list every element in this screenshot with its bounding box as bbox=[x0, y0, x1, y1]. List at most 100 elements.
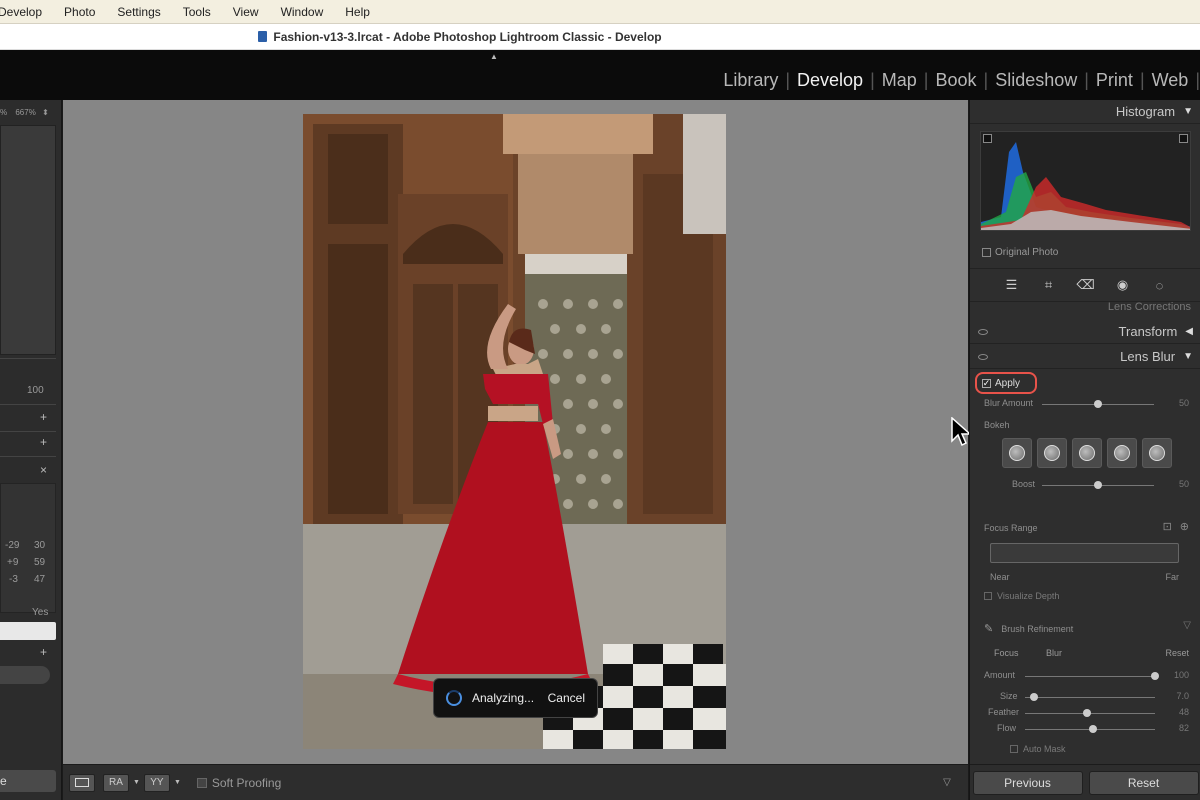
boost-slider[interactable]: Boost 50 bbox=[970, 478, 1200, 492]
brush-refinement-label: Brush Refinement bbox=[1001, 623, 1074, 634]
far-label: Far bbox=[1165, 572, 1180, 582]
copy-dropdown-icon[interactable]: ▼ bbox=[174, 779, 181, 786]
collapse-top-panel-icon[interactable]: ▲ bbox=[490, 52, 498, 61]
blur-amount-value[interactable]: 50 bbox=[1179, 398, 1189, 408]
brush-size-slider[interactable]: Size 7.0 bbox=[970, 690, 1200, 704]
add-preset-icon[interactable]: + bbox=[40, 410, 47, 424]
slider-track[interactable] bbox=[1025, 697, 1155, 698]
history-row-a: +9 bbox=[7, 557, 19, 568]
slider-knob[interactable] bbox=[1094, 400, 1102, 408]
module-print[interactable]: Print bbox=[1089, 70, 1140, 91]
slider-knob[interactable] bbox=[1083, 709, 1092, 717]
zoom-dropdown-icon[interactable]: ⬍ bbox=[42, 108, 49, 117]
zoom-fit-option[interactable]: % bbox=[0, 108, 7, 117]
bokeh-cat-eye-button[interactable] bbox=[1142, 438, 1172, 468]
slider-knob[interactable] bbox=[1094, 481, 1102, 489]
close-icon[interactable]: × bbox=[40, 463, 47, 477]
menu-tools[interactable]: Tools bbox=[172, 0, 222, 24]
divider bbox=[0, 404, 56, 405]
menu-window[interactable]: Window bbox=[270, 0, 335, 24]
module-slideshow[interactable]: Slideshow bbox=[988, 70, 1084, 91]
brush-flow-slider[interactable]: Flow 82 bbox=[970, 722, 1200, 736]
bokeh-ring-icon bbox=[1114, 445, 1130, 461]
eye-icon[interactable] bbox=[978, 328, 988, 335]
focus-range-depth-bar[interactable] bbox=[990, 543, 1179, 563]
lens-corrections-header[interactable]: Lens Corrections bbox=[970, 302, 1200, 316]
bokeh-circle-button[interactable] bbox=[1002, 438, 1032, 468]
menu-develop[interactable]: Develop bbox=[0, 0, 53, 24]
before-after-copy-button[interactable]: YY bbox=[143, 773, 170, 792]
checkbox-box bbox=[984, 592, 992, 600]
highlight-clipping-icon[interactable] bbox=[1179, 134, 1188, 143]
brush-amount-slider[interactable]: Amount 100 bbox=[970, 669, 1200, 683]
collapse-triangle-icon[interactable]: ▽ bbox=[1183, 620, 1191, 631]
bokeh-blade-button[interactable] bbox=[1072, 438, 1102, 468]
bokeh-bubble-button[interactable] bbox=[1037, 438, 1067, 468]
left-search-field[interactable] bbox=[0, 666, 50, 684]
edit-sliders-icon[interactable]: ☰ bbox=[1003, 276, 1021, 294]
module-web[interactable]: Web bbox=[1145, 70, 1196, 91]
shadow-clipping-icon[interactable] bbox=[983, 134, 992, 143]
boost-label: Boost bbox=[1012, 479, 1036, 489]
focus-tab[interactable]: Focus bbox=[994, 648, 1019, 658]
slider-label: Feather bbox=[988, 707, 1020, 717]
brush-reset-button[interactable]: Reset bbox=[1165, 648, 1189, 658]
photo-preview[interactable] bbox=[303, 114, 726, 749]
brush-feather-slider[interactable]: Feather 48 bbox=[970, 706, 1200, 720]
menu-photo[interactable]: Photo bbox=[53, 0, 106, 24]
menu-bar: Develop Photo Settings Tools View Window… bbox=[0, 0, 1200, 24]
toolbar-menu-icon[interactable]: ▽ bbox=[936, 774, 958, 792]
add-snapshot-icon[interactable]: + bbox=[40, 435, 47, 449]
module-library[interactable]: Library bbox=[716, 70, 785, 91]
brush-refinement-header[interactable]: ✎ Brush Refinement bbox=[984, 622, 1073, 635]
point-focus-icon[interactable]: ⊕ bbox=[1180, 520, 1189, 533]
eye-icon[interactable] bbox=[978, 353, 988, 360]
red-eye-icon[interactable]: ◉ bbox=[1114, 276, 1132, 294]
slider-value[interactable]: 100 bbox=[1174, 670, 1189, 680]
menu-settings[interactable]: Settings bbox=[106, 0, 171, 24]
window-title: Fashion-v13-3.lrcat - Adobe Photoshop Li… bbox=[273, 29, 662, 44]
visualize-depth-checkbox[interactable]: Visualize Depth bbox=[984, 591, 1059, 601]
original-photo-checkbox bbox=[982, 248, 991, 257]
auto-mask-checkbox[interactable]: Auto Mask bbox=[1010, 744, 1066, 754]
module-map[interactable]: Map bbox=[875, 70, 924, 91]
masking-icon[interactable]: ◌ bbox=[1151, 276, 1169, 294]
document-icon bbox=[258, 31, 268, 42]
add-collection-icon[interactable]: + bbox=[40, 645, 47, 659]
zoom-667-option[interactable]: 667% bbox=[15, 108, 35, 117]
cancel-analyzing-button[interactable]: Cancel bbox=[548, 691, 585, 705]
lens-blur-header[interactable]: Lens Blur ▼ bbox=[970, 345, 1200, 369]
soft-proofing-checkbox[interactable] bbox=[196, 777, 207, 788]
left-bottom-button[interactable]: e bbox=[0, 770, 56, 792]
slider-value[interactable]: 7.0 bbox=[1176, 691, 1189, 701]
crop-icon[interactable]: ⌗ bbox=[1040, 276, 1058, 294]
navigator-preview[interactable] bbox=[0, 125, 56, 355]
slider-value[interactable]: 82 bbox=[1179, 723, 1189, 733]
bokeh-circle-icon bbox=[1009, 445, 1025, 461]
subject-focus-icon[interactable]: ⊡ bbox=[1163, 520, 1172, 533]
slider-knob[interactable] bbox=[1030, 693, 1039, 701]
slider-track[interactable] bbox=[1025, 676, 1155, 677]
blur-tab[interactable]: Blur bbox=[1046, 648, 1062, 658]
module-book[interactable]: Book bbox=[928, 70, 983, 91]
healing-eraser-icon[interactable]: ⌫ bbox=[1076, 276, 1094, 294]
module-develop[interactable]: Develop bbox=[790, 70, 870, 91]
menu-help[interactable]: Help bbox=[334, 0, 381, 24]
histogram-graph[interactable] bbox=[980, 131, 1191, 231]
transform-header[interactable]: Transform ◀ bbox=[970, 320, 1200, 344]
reset-button[interactable]: Reset bbox=[1088, 770, 1199, 795]
slider-value[interactable]: 48 bbox=[1179, 707, 1189, 717]
blur-amount-slider[interactable]: Blur Amount 50 bbox=[970, 397, 1200, 411]
boost-value[interactable]: 50 bbox=[1179, 479, 1189, 489]
histogram-header[interactable]: Histogram ▼ bbox=[970, 100, 1200, 124]
before-after-dropdown-icon[interactable]: ▼ bbox=[133, 779, 140, 786]
previous-button[interactable]: Previous bbox=[972, 770, 1083, 795]
apply-lens-blur-checkbox[interactable]: ✓ Apply bbox=[975, 372, 1037, 394]
menu-view[interactable]: View bbox=[222, 0, 270, 24]
before-after-button[interactable]: RA bbox=[103, 773, 129, 792]
bokeh-ring-button[interactable] bbox=[1107, 438, 1137, 468]
slider-knob[interactable] bbox=[1088, 725, 1097, 733]
selected-row[interactable] bbox=[0, 622, 56, 640]
loupe-view-button[interactable] bbox=[69, 773, 95, 792]
slider-knob[interactable] bbox=[1151, 672, 1159, 680]
